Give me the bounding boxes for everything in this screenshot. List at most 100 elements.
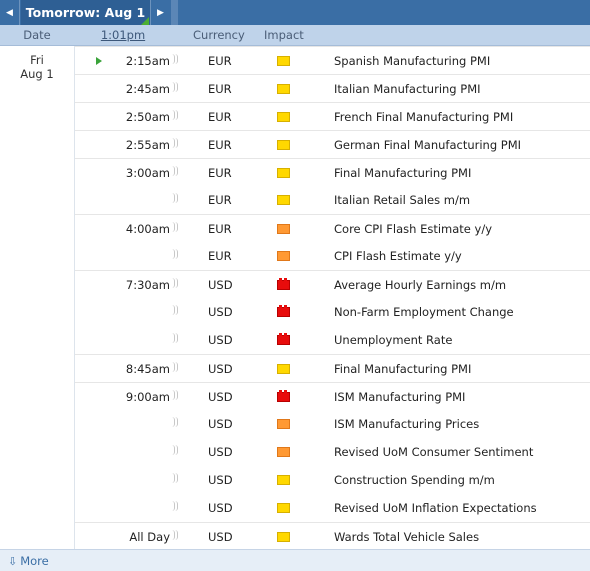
event-time: 7:30am — [125, 278, 170, 292]
table-row[interactable]: All Day USD Wards Total Vehicle Sales — [75, 522, 590, 550]
event-currency: USD — [208, 362, 233, 376]
event-title[interactable]: Revised UoM Consumer Sentiment — [334, 445, 533, 459]
event-currency: USD — [208, 530, 233, 544]
event-title[interactable]: Construction Spending m/m — [334, 473, 495, 487]
chevron-left-icon[interactable]: ◀ — [0, 0, 20, 25]
impact-low-icon[interactable] — [277, 168, 290, 178]
event-title[interactable]: Final Manufacturing PMI — [334, 166, 471, 180]
table-row[interactable]: USD Revised UoM Inflation Expectations — [75, 494, 590, 522]
sound-alert-icon[interactable] — [172, 501, 180, 513]
table-row[interactable]: 2:15am EUR Spanish Manufacturing PMI — [75, 46, 590, 74]
table-row[interactable]: USD Revised UoM Consumer Sentiment — [75, 438, 590, 466]
sound-alert-icon[interactable] — [172, 166, 180, 178]
sound-alert-icon[interactable] — [172, 362, 180, 374]
event-title[interactable]: Core CPI Flash Estimate y/y — [334, 222, 492, 236]
event-currency: EUR — [208, 82, 232, 96]
event-title[interactable]: ISM Manufacturing Prices — [334, 417, 479, 431]
header-time-link[interactable]: 1:01pm — [88, 28, 158, 42]
sound-alert-icon[interactable] — [172, 305, 180, 317]
event-time: All Day — [129, 530, 170, 544]
event-title[interactable]: Average Hourly Earnings m/m — [334, 278, 506, 292]
header-date: Date — [23, 28, 51, 42]
date-cell: Fri Aug 1 — [0, 46, 75, 549]
sound-alert-icon[interactable] — [172, 110, 180, 122]
date-weekday: Fri — [30, 53, 44, 67]
sound-alert-icon[interactable] — [172, 390, 180, 402]
event-title[interactable]: Spanish Manufacturing PMI — [334, 54, 490, 68]
sound-alert-icon[interactable] — [172, 278, 180, 290]
event-time: 2:15am — [125, 54, 170, 68]
event-currency: EUR — [208, 54, 232, 68]
table-row[interactable]: 4:00am EUR Core CPI Flash Estimate y/y — [75, 214, 590, 242]
table-row[interactable]: USD ISM Manufacturing Prices — [75, 410, 590, 438]
impact-low-icon[interactable] — [277, 140, 290, 150]
impact-low-icon[interactable] — [277, 503, 290, 513]
calendar-nav-bar: ◀ Tomorrow: Aug 1 ▶ — [0, 0, 590, 25]
event-title[interactable]: German Final Manufacturing PMI — [334, 138, 521, 152]
event-title[interactable]: Italian Retail Sales m/m — [334, 193, 470, 207]
header-currency: Currency — [193, 28, 245, 42]
sound-alert-icon[interactable] — [172, 82, 180, 94]
event-title[interactable]: Revised UoM Inflation Expectations — [334, 501, 537, 515]
impact-high-icon[interactable] — [277, 278, 290, 290]
table-row[interactable]: USD Unemployment Rate — [75, 326, 590, 354]
table-row[interactable]: EUR CPI Flash Estimate y/y — [75, 242, 590, 270]
event-time: 4:00am — [125, 222, 170, 236]
table-row[interactable]: 9:00am USD ISM Manufacturing PMI — [75, 382, 590, 410]
table-row[interactable]: 2:55am EUR German Final Manufacturing PMI — [75, 130, 590, 158]
impact-low-icon[interactable] — [277, 532, 290, 542]
event-currency: EUR — [208, 193, 232, 207]
table-row[interactable]: 7:30am USD Average Hourly Earnings m/m — [75, 270, 590, 298]
event-title[interactable]: Non-Farm Employment Change — [334, 305, 514, 319]
event-title[interactable]: ISM Manufacturing PMI — [334, 390, 465, 404]
sound-alert-icon[interactable] — [172, 445, 180, 457]
table-footer: ⇩ More — [0, 549, 590, 571]
table-row[interactable]: 8:45am USD Final Manufacturing PMI — [75, 354, 590, 382]
event-title[interactable]: French Final Manufacturing PMI — [334, 110, 513, 124]
sound-alert-icon[interactable] — [172, 417, 180, 429]
event-title[interactable]: Wards Total Vehicle Sales — [334, 530, 479, 544]
sound-alert-icon[interactable] — [172, 473, 180, 485]
event-currency: USD — [208, 305, 233, 319]
event-title[interactable]: Italian Manufacturing PMI — [334, 82, 481, 96]
impact-low-icon[interactable] — [277, 195, 290, 205]
nav-title[interactable]: Tomorrow: Aug 1 — [21, 0, 150, 25]
table-row[interactable]: EUR Italian Retail Sales m/m — [75, 186, 590, 214]
table-row[interactable]: USD Construction Spending m/m — [75, 466, 590, 494]
impact-medium-icon[interactable] — [277, 419, 290, 429]
impact-high-icon[interactable] — [277, 333, 290, 345]
impact-low-icon[interactable] — [277, 56, 290, 66]
table-row[interactable]: USD Non-Farm Employment Change — [75, 298, 590, 326]
sound-alert-icon[interactable] — [172, 333, 180, 345]
impact-medium-icon[interactable] — [277, 251, 290, 261]
impact-low-icon[interactable] — [277, 475, 290, 485]
sound-alert-icon[interactable] — [172, 138, 180, 150]
table-row[interactable]: 2:45am EUR Italian Manufacturing PMI — [75, 74, 590, 102]
sound-alert-icon[interactable] — [172, 193, 180, 205]
corner-marker-icon — [141, 17, 149, 25]
event-title[interactable]: Final Manufacturing PMI — [334, 362, 471, 376]
sound-alert-icon[interactable] — [172, 530, 180, 542]
sound-alert-icon[interactable] — [172, 222, 180, 234]
impact-low-icon[interactable] — [277, 84, 290, 94]
impact-low-icon[interactable] — [277, 364, 290, 374]
event-time: 9:00am — [125, 390, 170, 404]
impact-high-icon[interactable] — [277, 390, 290, 402]
event-currency: EUR — [208, 249, 232, 263]
impact-medium-icon[interactable] — [277, 447, 290, 457]
impact-low-icon[interactable] — [277, 112, 290, 122]
more-link[interactable]: ⇩ More — [8, 554, 49, 568]
chevron-right-icon[interactable]: ▶ — [150, 0, 170, 25]
sound-alert-icon[interactable] — [172, 249, 180, 261]
impact-high-icon[interactable] — [277, 305, 290, 317]
event-currency: USD — [208, 445, 233, 459]
impact-medium-icon[interactable] — [277, 224, 290, 234]
event-title[interactable]: CPI Flash Estimate y/y — [334, 249, 462, 263]
event-currency: EUR — [208, 222, 232, 236]
nav-bar-end — [171, 0, 178, 25]
table-row[interactable]: 2:50am EUR French Final Manufacturing PMI — [75, 102, 590, 130]
event-title[interactable]: Unemployment Rate — [334, 333, 452, 347]
table-row[interactable]: 3:00am EUR Final Manufacturing PMI — [75, 158, 590, 186]
arrow-down-icon: ⇩ — [8, 555, 18, 568]
sound-alert-icon[interactable] — [172, 54, 180, 66]
